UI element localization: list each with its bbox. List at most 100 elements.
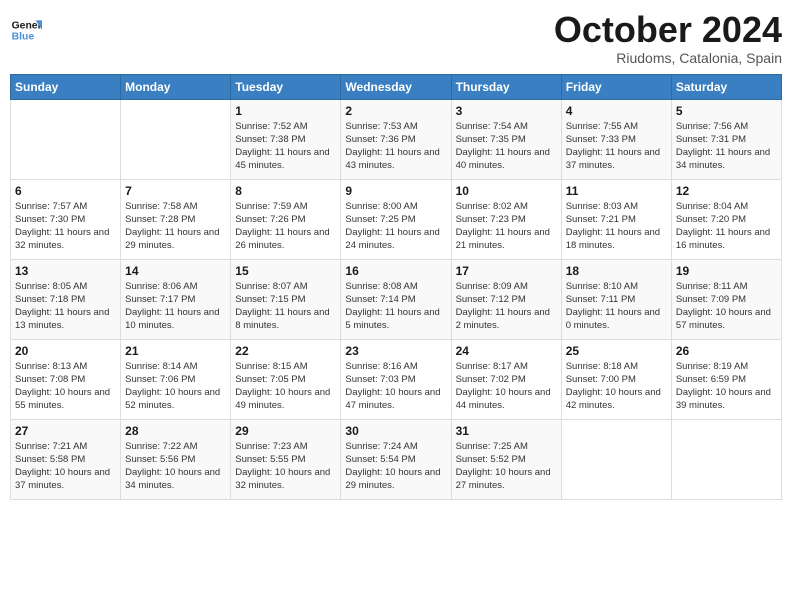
calendar-cell: 21 Sunrise: 8:14 AM Sunset: 7:06 PM Dayli… [121,339,231,419]
day-number: 9 [345,184,446,198]
day-number: 21 [125,344,226,358]
day-number: 25 [566,344,667,358]
day-number: 6 [15,184,116,198]
day-info: Sunrise: 8:10 AM Sunset: 7:11 PM Dayligh… [566,280,667,333]
day-info: Sunrise: 8:13 AM Sunset: 7:08 PM Dayligh… [15,360,116,413]
calendar-cell: 3Sunrise: 7:54 AM Sunset: 7:35 PM Daylig… [451,99,561,179]
calendar-day-header: Sunday [11,74,121,99]
calendar-cell: 2 Sunrise: 7:53 AM Sunset: 7:36 PM Daylig… [341,99,451,179]
calendar-cell: 16 Sunrise: 8:08 AM Sunset: 7:14 PM Dayli… [341,259,451,339]
calendar-cell: 31 Sunrise: 7:25 AM Sunset: 5:52 PM Dayli… [451,419,561,499]
calendar-day-header: Thursday [451,74,561,99]
calendar-day-header: Monday [121,74,231,99]
day-info: Sunrise: 8:00 AM Sunset: 7:25 PM Dayligh… [345,200,446,253]
day-info: Sunrise: 8:19 AM Sunset: 6:59 PM Dayligh… [676,360,777,413]
day-number: 19 [676,264,777,278]
calendar-cell: 6 Sunrise: 7:57 AM Sunset: 7:30 PM Daylig… [11,179,121,259]
day-number: 7 [125,184,226,198]
calendar-cell: 17 Sunrise: 8:09 AM Sunset: 7:12 PM Dayli… [451,259,561,339]
day-number: 28 [125,424,226,438]
day-number: 24 [456,344,557,358]
calendar-day-header: Saturday [671,74,781,99]
day-info: Sunrise: 8:15 AM Sunset: 7:05 PM Dayligh… [235,360,336,413]
day-number: 31 [456,424,557,438]
day-number: 10 [456,184,557,198]
calendar-cell: 7 Sunrise: 7:58 AM Sunset: 7:28 PM Daylig… [121,179,231,259]
day-info: Sunrise: 8:02 AM Sunset: 7:23 PM Dayligh… [456,200,557,253]
location-subtitle: Riudoms, Catalonia, Spain [554,50,782,66]
calendar-cell: 10 Sunrise: 8:02 AM Sunset: 7:23 PM Dayli… [451,179,561,259]
calendar-day-header: Tuesday [231,74,341,99]
calendar-cell: 1Sunrise: 7:52 AM Sunset: 7:38 PM Daylig… [231,99,341,179]
calendar-cell [121,99,231,179]
calendar-day-header: Wednesday [341,74,451,99]
svg-text:Blue: Blue [12,32,35,43]
day-number: 20 [15,344,116,358]
day-number: 18 [566,264,667,278]
calendar-cell: 28 Sunrise: 7:22 AM Sunset: 5:56 PM Dayli… [121,419,231,499]
day-number: 16 [345,264,446,278]
calendar-cell: 15 Sunrise: 8:07 AM Sunset: 7:15 PM Dayli… [231,259,341,339]
day-info: Sunrise: 7:22 AM Sunset: 5:56 PM Dayligh… [125,440,226,493]
day-info: Sunrise: 7:53 AM Sunset: 7:36 PM Dayligh… [345,120,446,173]
calendar-header-row: SundayMondayTuesdayWednesdayThursdayFrid… [11,74,782,99]
day-info: Sunrise: 7:56 AM Sunset: 7:31 PM Dayligh… [676,120,777,173]
calendar-cell: 30Sunrise: 7:24 AM Sunset: 5:54 PM Dayli… [341,419,451,499]
calendar-cell [671,419,781,499]
calendar-cell: 26Sunrise: 8:19 AM Sunset: 6:59 PM Dayli… [671,339,781,419]
calendar-cell: 20 Sunrise: 8:13 AM Sunset: 7:08 PM Dayli… [11,339,121,419]
day-info: Sunrise: 8:14 AM Sunset: 7:06 PM Dayligh… [125,360,226,413]
page-header: General Blue October 2024 Riudoms, Catal… [10,10,782,66]
day-info: Sunrise: 8:03 AM Sunset: 7:21 PM Dayligh… [566,200,667,253]
day-info: Sunrise: 7:21 AM Sunset: 5:58 PM Dayligh… [15,440,116,493]
day-info: Sunrise: 7:23 AM Sunset: 5:55 PM Dayligh… [235,440,336,493]
day-number: 29 [235,424,336,438]
day-info: Sunrise: 8:09 AM Sunset: 7:12 PM Dayligh… [456,280,557,333]
calendar-cell: 22 Sunrise: 8:15 AM Sunset: 7:05 PM Dayli… [231,339,341,419]
calendar-cell: 27 Sunrise: 7:21 AM Sunset: 5:58 PM Dayli… [11,419,121,499]
calendar-week-row: 13 Sunrise: 8:05 AM Sunset: 7:18 PM Dayli… [11,259,782,339]
day-info: Sunrise: 8:05 AM Sunset: 7:18 PM Dayligh… [15,280,116,333]
title-block: October 2024 Riudoms, Catalonia, Spain [554,10,782,66]
calendar-day-header: Friday [561,74,671,99]
day-number: 23 [345,344,446,358]
calendar-week-row: 6 Sunrise: 7:57 AM Sunset: 7:30 PM Daylig… [11,179,782,259]
calendar-cell: 14Sunrise: 8:06 AM Sunset: 7:17 PM Dayli… [121,259,231,339]
day-info: Sunrise: 7:55 AM Sunset: 7:33 PM Dayligh… [566,120,667,173]
day-number: 4 [566,104,667,118]
day-info: Sunrise: 7:54 AM Sunset: 7:35 PM Dayligh… [456,120,557,173]
day-info: Sunrise: 8:07 AM Sunset: 7:15 PM Dayligh… [235,280,336,333]
calendar-cell: 4 Sunrise: 7:55 AM Sunset: 7:33 PM Daylig… [561,99,671,179]
day-info: Sunrise: 7:57 AM Sunset: 7:30 PM Dayligh… [15,200,116,253]
day-info: Sunrise: 7:58 AM Sunset: 7:28 PM Dayligh… [125,200,226,253]
month-title: October 2024 [554,10,782,50]
calendar-cell: 8Sunrise: 7:59 AM Sunset: 7:26 PM Daylig… [231,179,341,259]
day-number: 30 [345,424,446,438]
day-info: Sunrise: 7:52 AM Sunset: 7:38 PM Dayligh… [235,120,336,173]
day-number: 2 [345,104,446,118]
calendar-cell: 18 Sunrise: 8:10 AM Sunset: 7:11 PM Dayli… [561,259,671,339]
day-number: 17 [456,264,557,278]
calendar-cell: 19Sunrise: 8:11 AM Sunset: 7:09 PM Dayli… [671,259,781,339]
logo: General Blue [10,14,46,46]
calendar-cell: 25 Sunrise: 8:18 AM Sunset: 7:00 PM Dayli… [561,339,671,419]
calendar-cell: 29 Sunrise: 7:23 AM Sunset: 5:55 PM Dayli… [231,419,341,499]
day-info: Sunrise: 8:18 AM Sunset: 7:00 PM Dayligh… [566,360,667,413]
calendar-cell: 12Sunrise: 8:04 AM Sunset: 7:20 PM Dayli… [671,179,781,259]
calendar-cell: 9 Sunrise: 8:00 AM Sunset: 7:25 PM Daylig… [341,179,451,259]
calendar-cell: 5 Sunrise: 7:56 AM Sunset: 7:31 PM Daylig… [671,99,781,179]
day-number: 22 [235,344,336,358]
calendar-cell: 23Sunrise: 8:16 AM Sunset: 7:03 PM Dayli… [341,339,451,419]
day-info: Sunrise: 7:25 AM Sunset: 5:52 PM Dayligh… [456,440,557,493]
calendar-table: SundayMondayTuesdayWednesdayThursdayFrid… [10,74,782,500]
day-info: Sunrise: 8:08 AM Sunset: 7:14 PM Dayligh… [345,280,446,333]
day-number: 5 [676,104,777,118]
calendar-cell: 24Sunrise: 8:17 AM Sunset: 7:02 PM Dayli… [451,339,561,419]
calendar-week-row: 1Sunrise: 7:52 AM Sunset: 7:38 PM Daylig… [11,99,782,179]
day-number: 13 [15,264,116,278]
day-number: 8 [235,184,336,198]
calendar-cell: 11Sunrise: 8:03 AM Sunset: 7:21 PM Dayli… [561,179,671,259]
day-number: 15 [235,264,336,278]
day-number: 14 [125,264,226,278]
day-number: 27 [15,424,116,438]
